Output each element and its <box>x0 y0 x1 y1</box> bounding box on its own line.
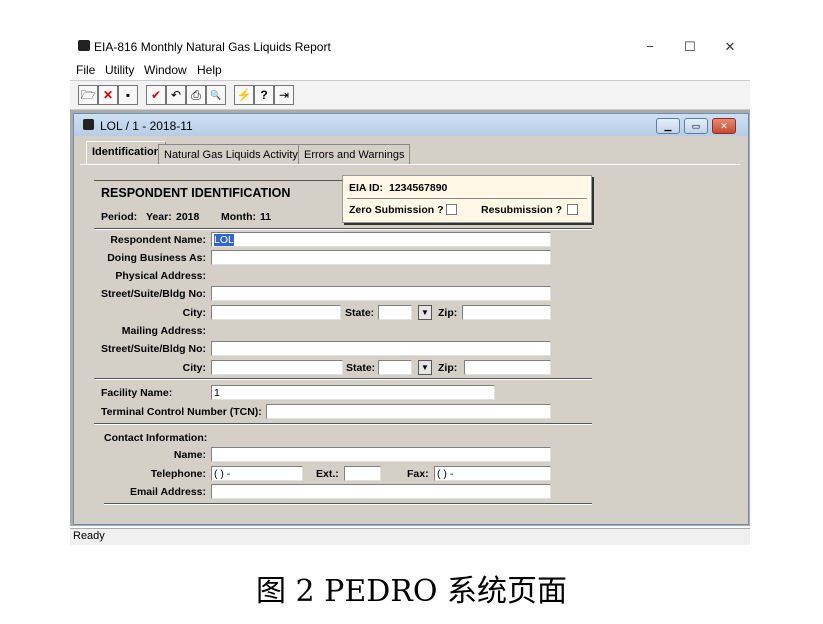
mailing-street-label: Street/Suite/Bldg No: <box>100 343 206 355</box>
title-bar: EIA-816 Monthly Natural Gas Liquids Repo… <box>70 34 750 60</box>
respondent-name-label: Respondent Name: <box>110 234 206 246</box>
email-address-label: Email Address: <box>129 486 206 498</box>
tab-natural-gas-liquids-activity[interactable]: Natural Gas Liquids Activity <box>158 144 304 165</box>
mailing-zip-label: Zip: <box>438 362 458 374</box>
tab-identification[interactable]: Identification <box>86 141 167 165</box>
figure-caption: 图 2 PEDRO 系统页面 <box>255 574 567 609</box>
respondent-name-field[interactable]: LOL <box>211 232 551 247</box>
zero-submission-checkbox[interactable] <box>446 204 457 215</box>
section-title: RESPONDENT IDENTIFICATION <box>101 186 291 200</box>
window-title: EIA-816 Monthly Natural Gas Liquids Repo… <box>94 40 331 54</box>
menu-help[interactable]: Help <box>197 63 222 77</box>
report-window-title-bar: LOL / 1 - 2018-11 ▁ ▭ ✕ <box>74 114 748 136</box>
exit-icon[interactable]: ⇥ <box>274 85 294 105</box>
child-minimize-button[interactable]: ▁ <box>656 118 680 134</box>
divider <box>94 378 592 380</box>
tcn-field[interactable] <box>266 404 551 419</box>
doing-business-as-label: Doing Business As: <box>107 252 206 264</box>
mdi-area: LOL / 1 - 2018-11 ▁ ▭ ✕ Identification N… <box>70 110 750 526</box>
resubmission-label: Resubmission ? <box>481 204 563 216</box>
fax-label: Fax: <box>407 468 429 480</box>
ext-field[interactable] <box>344 466 381 481</box>
physical-street-field[interactable] <box>211 286 551 301</box>
physical-state-field[interactable] <box>378 305 412 320</box>
contact-information-label: Contact Information: <box>104 432 208 444</box>
divider <box>94 228 592 230</box>
facility-name-value: 1 <box>214 387 220 399</box>
contact-name-label: Name: <box>173 449 206 461</box>
tcn-label: Terminal Control Number (TCN): <box>101 406 262 418</box>
period-label: Period: <box>101 211 138 223</box>
report-icon <box>83 119 94 130</box>
mailing-state-dropdown-icon[interactable]: ▼ <box>418 360 432 375</box>
telephone-label: Telephone: <box>150 468 206 480</box>
physical-city-label: City: <box>182 307 206 319</box>
status-text: Ready <box>73 530 105 542</box>
zero-submission-label: Zero Submission ? <box>349 204 444 216</box>
maximize-button[interactable]: ☐ <box>678 38 702 56</box>
physical-street-label: Street/Suite/Bldg No: <box>100 288 206 300</box>
month-label: Month: <box>221 211 256 223</box>
physical-zip-label: Zip: <box>438 307 458 319</box>
divider <box>104 503 592 505</box>
eia-id-value: 1234567890 <box>389 182 448 194</box>
doing-business-as-field[interactable] <box>211 250 551 265</box>
year-value: 2018 <box>176 211 200 223</box>
mailing-address-label: Mailing Address: <box>121 325 206 337</box>
minimize-button[interactable]: − <box>638 38 662 56</box>
close-button[interactable]: ✕ <box>718 38 742 56</box>
physical-zip-field[interactable] <box>462 305 551 320</box>
submit-icon[interactable]: ⚡ <box>234 85 254 105</box>
help-icon[interactable]: ? <box>254 85 274 105</box>
fax-value: ( ) - <box>437 468 454 480</box>
app-icon <box>78 40 90 51</box>
menu-file[interactable]: File <box>76 63 95 77</box>
undo-icon[interactable]: ↶ <box>166 85 186 105</box>
mailing-state-field[interactable] <box>378 360 412 375</box>
delete-icon[interactable]: ✕ <box>98 85 118 105</box>
report-window-title: LOL / 1 - 2018-11 <box>100 119 193 133</box>
child-close-button[interactable]: ✕ <box>712 118 736 134</box>
status-bar: Ready <box>70 528 750 545</box>
year-label: Year: <box>146 211 172 223</box>
fax-field[interactable]: ( ) - <box>434 466 551 481</box>
print-icon[interactable]: ⎙ <box>186 85 206 105</box>
eia-id-label: EIA ID: <box>349 182 384 194</box>
tab-errors-and-warnings[interactable]: Errors and Warnings <box>298 144 411 165</box>
resubmission-checkbox[interactable] <box>567 204 578 215</box>
physical-state-dropdown-icon[interactable]: ▼ <box>418 305 432 320</box>
save-icon[interactable]: ▪ <box>118 85 138 105</box>
print-preview-icon[interactable]: 🔍 <box>206 85 226 105</box>
contact-name-field[interactable] <box>211 447 551 462</box>
mailing-city-label: City: <box>182 362 206 374</box>
mailing-street-field[interactable] <box>211 341 551 356</box>
physical-address-label: Physical Address: <box>115 270 206 282</box>
identification-panel: RESPONDENT IDENTIFICATION Period: Year: … <box>80 164 740 517</box>
toolbar: 🗁 ✕ ▪ ✔ ↶ ⎙ 🔍 ⚡ ? ⇥ <box>70 80 750 110</box>
menu-window[interactable]: Window <box>144 63 187 77</box>
application-window: EIA-816 Monthly Natural Gas Liquids Repo… <box>70 34 750 545</box>
physical-city-field[interactable] <box>211 305 341 320</box>
menu-utility[interactable]: Utility <box>105 63 134 77</box>
facility-name-label: Facility Name: <box>101 387 173 399</box>
email-address-field[interactable] <box>211 484 551 499</box>
eia-box-divider <box>347 198 587 199</box>
ext-label: Ext.: <box>316 468 339 480</box>
mailing-zip-field[interactable] <box>464 360 551 375</box>
respondent-name-value: LOL <box>214 234 234 246</box>
facility-name-field[interactable]: 1 <box>211 385 495 400</box>
check-icon[interactable]: ✔ <box>146 85 166 105</box>
eia-id-box: EIA ID: 1234567890 Zero Submission ? Res… <box>342 175 592 223</box>
physical-state-label: State: <box>345 307 375 319</box>
report-window: LOL / 1 - 2018-11 ▁ ▭ ✕ Identification N… <box>73 113 749 525</box>
open-folder-icon[interactable]: 🗁 <box>78 85 98 105</box>
month-value: 11 <box>260 211 272 223</box>
mailing-city-field[interactable] <box>211 360 343 375</box>
divider <box>94 423 592 425</box>
mailing-state-label: State: <box>346 362 376 374</box>
telephone-value: ( ) - <box>214 468 231 480</box>
menu-bar: File Utility Window Help <box>70 61 750 79</box>
telephone-field[interactable]: ( ) - <box>211 466 303 481</box>
child-restore-button[interactable]: ▭ <box>684 118 708 134</box>
